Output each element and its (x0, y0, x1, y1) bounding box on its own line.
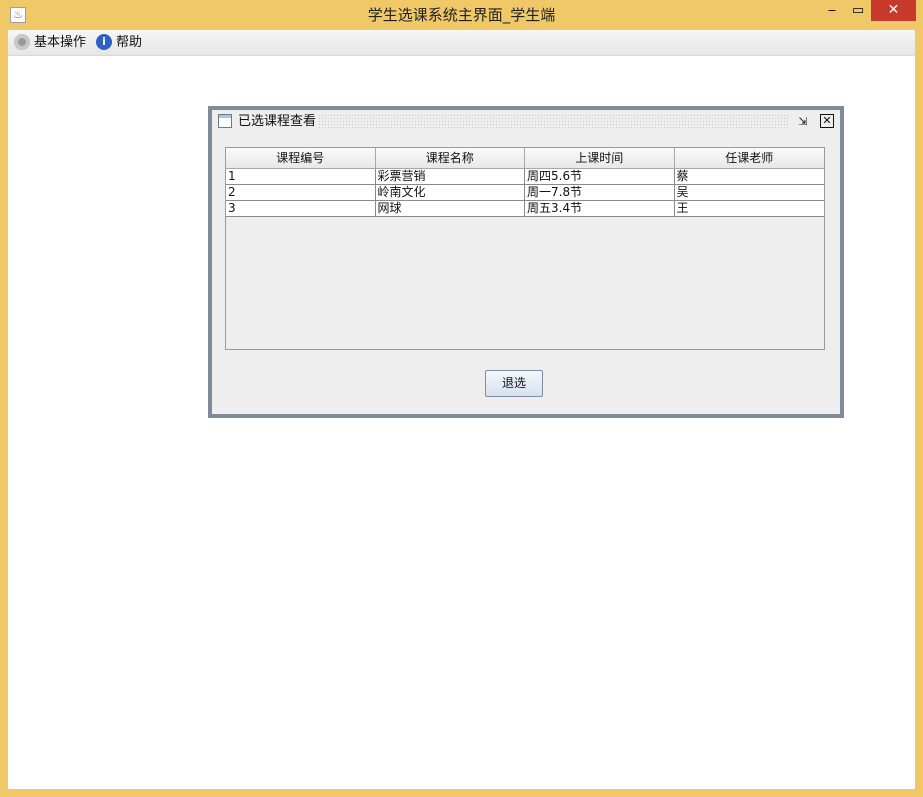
cell-course-name[interactable]: 网球 (375, 201, 525, 217)
maximize-button[interactable]: ▭ (845, 0, 871, 21)
cell-teacher[interactable]: 王 (674, 201, 824, 217)
column-header-teacher[interactable]: 任课老师 (674, 148, 824, 169)
title-bar[interactable]: ♨ 学生选课系统主界面_学生端 ‒ ▭ ✕ (0, 0, 923, 30)
cell-teacher[interactable]: 蔡 (674, 169, 824, 185)
withdraw-button[interactable]: 退选 (485, 370, 543, 397)
frame-title: 已选课程查看 (238, 114, 317, 129)
restore-icon[interactable]: ⇲ (795, 114, 811, 130)
menu-bar: 基本操作 i 帮助 (8, 30, 915, 56)
frame-content: 课程编号 课程名称 上课时间 任课老师 1 彩票营销 周四5.6节 蔡 2 岭南… (212, 134, 840, 414)
column-header-course-name[interactable]: 课程名称 (375, 148, 525, 169)
gear-icon (14, 33, 30, 50)
table-row[interactable]: 1 彩票营销 周四5.6节 蔡 (226, 169, 824, 185)
frame-close-icon[interactable]: ✕ (820, 114, 834, 128)
main-window: ♨ 学生选课系统主界面_学生端 ‒ ▭ ✕ 基本操作 i 帮助 已选课程查看 ⇲ … (0, 0, 923, 797)
table-row[interactable]: 3 网球 周五3.4节 王 (226, 201, 824, 217)
desktop-pane: 基本操作 i 帮助 已选课程查看 ⇲ ✕ 课程编号 课程名称 上课时间 任课老师… (8, 30, 915, 789)
minimize-button[interactable]: ‒ (819, 0, 845, 21)
menu-help-label: 帮助 (116, 35, 143, 50)
cell-course-name[interactable]: 彩票营销 (375, 169, 525, 185)
menu-basic-operations-label: 基本操作 (34, 35, 87, 50)
column-header-class-time[interactable]: 上课时间 (525, 148, 675, 169)
cell-course-id[interactable]: 2 (226, 185, 376, 201)
frame-title-bar[interactable]: 已选课程查看 ⇲ ✕ (212, 110, 840, 134)
frame-title-grip (318, 114, 788, 130)
courses-table[interactable]: 课程编号 课程名称 上课时间 任课老师 1 彩票营销 周四5.6节 蔡 2 岭南… (225, 147, 825, 350)
info-icon: i (96, 33, 112, 50)
cell-course-id[interactable]: 3 (226, 201, 376, 217)
cell-class-time[interactable]: 周五3.4节 (525, 201, 675, 217)
frame-window-icon (218, 114, 232, 128)
menu-basic-operations[interactable]: 基本操作 (14, 30, 86, 55)
menu-help[interactable]: i 帮助 (96, 30, 142, 55)
cell-teacher[interactable]: 吴 (674, 185, 824, 201)
cell-course-id[interactable]: 1 (226, 169, 376, 185)
selected-courses-frame: 已选课程查看 ⇲ ✕ 课程编号 课程名称 上课时间 任课老师 1 彩票营销 周四… (208, 106, 844, 418)
cell-class-time[interactable]: 周四5.6节 (525, 169, 675, 185)
table-body: 1 彩票营销 周四5.6节 蔡 2 岭南文化 周一7.8节 吴 3 网球 周五3… (226, 169, 824, 217)
window-title: 学生选课系统主界面_学生端 (367, 6, 556, 24)
close-button[interactable]: ✕ (871, 0, 916, 21)
table-row[interactable]: 2 岭南文化 周一7.8节 吴 (226, 185, 824, 201)
column-header-course-id[interactable]: 课程编号 (226, 148, 376, 169)
cell-course-name[interactable]: 岭南文化 (375, 185, 525, 201)
cell-class-time[interactable]: 周一7.8节 (525, 185, 675, 201)
table-header: 课程编号 课程名称 上课时间 任课老师 (226, 148, 824, 169)
